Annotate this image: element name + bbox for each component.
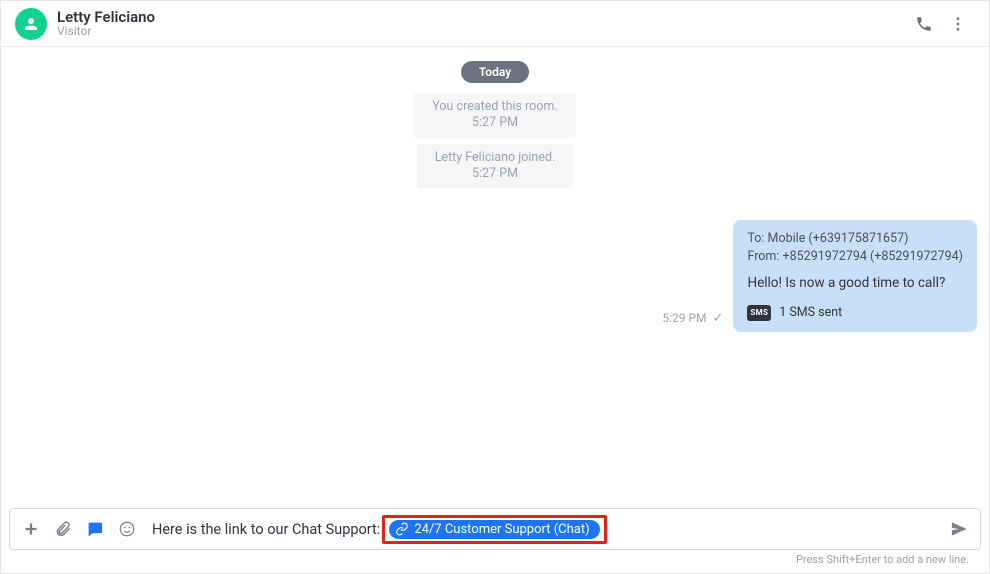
message-bubble: To: Mobile (+639175871657) From: +852919… <box>733 220 977 332</box>
chat-header: Letty Feliciano Visitor <box>1 1 989 47</box>
person-icon <box>22 15 40 33</box>
add-button[interactable] <box>16 514 46 544</box>
system-event-text: Letty Feliciano joined. <box>435 150 556 165</box>
sms-button[interactable] <box>80 514 110 544</box>
message-row: 5:29 PM ✓ To: Mobile (+639175871657) Fro… <box>13 220 977 332</box>
system-event: Letty Feliciano joined. 5:27 PM <box>417 144 574 189</box>
message-time: 5:29 PM <box>662 311 706 325</box>
contact-subtitle: Visitor <box>57 25 155 38</box>
to-line: To: Mobile (+639175871657) <box>747 230 963 248</box>
link-icon <box>395 522 409 536</box>
from-line: From: +85291972794 (+85291972794) <box>747 248 963 266</box>
send-icon <box>950 520 968 538</box>
system-event-time: 5:27 PM <box>435 166 556 182</box>
send-button[interactable] <box>944 514 974 544</box>
composer-hint: Press Shift+Enter to add a new line. <box>9 550 981 571</box>
header-titles: Letty Feliciano Visitor <box>57 9 155 39</box>
link-chip[interactable]: 24/7 Customer Support (Chat) <box>389 520 599 539</box>
messages-area: Today You created this room. 5:27 PM Let… <box>1 47 989 508</box>
annotation-highlight: 24/7 Customer Support (Chat) <box>382 515 606 544</box>
composer-area: Here is the link to our Chat Support: 24… <box>1 508 989 573</box>
message-meta: 5:29 PM ✓ <box>662 311 723 326</box>
date-separator: Today <box>461 61 529 83</box>
message-body: Hello! Is now a good time to call? <box>747 274 963 294</box>
contact-name: Letty Feliciano <box>57 9 155 26</box>
message-input[interactable]: Here is the link to our Chat Support: 24… <box>144 515 942 544</box>
sms-icon <box>86 520 104 538</box>
link-chip-label: 24/7 Customer Support (Chat) <box>414 522 589 537</box>
phone-icon <box>915 15 933 33</box>
paperclip-icon <box>54 520 72 538</box>
attach-button[interactable] <box>48 514 78 544</box>
input-text-prefix: Here is the link to our Chat Support: <box>152 521 380 538</box>
system-event: You created this room. 5:27 PM <box>414 93 575 138</box>
sms-status-text: 1 SMS sent <box>779 304 842 322</box>
system-event-text: You created this room. <box>432 99 557 114</box>
check-icon: ✓ <box>713 311 724 326</box>
emoji-icon <box>118 520 136 538</box>
sms-badge: SMS <box>747 305 771 321</box>
message-header-lines: To: Mobile (+639175871657) From: +852919… <box>747 230 963 266</box>
avatar[interactable] <box>15 8 47 40</box>
kebab-menu-button[interactable] <box>941 7 975 41</box>
emoji-button[interactable] <box>112 514 142 544</box>
sms-status-row: SMS 1 SMS sent <box>747 304 963 322</box>
composer: Here is the link to our Chat Support: 24… <box>9 508 981 550</box>
plus-icon <box>22 520 40 538</box>
chat-window: Letty Feliciano Visitor Today You create… <box>0 0 990 574</box>
kebab-icon <box>949 15 967 33</box>
call-button[interactable] <box>907 7 941 41</box>
system-event-time: 5:27 PM <box>432 115 557 131</box>
